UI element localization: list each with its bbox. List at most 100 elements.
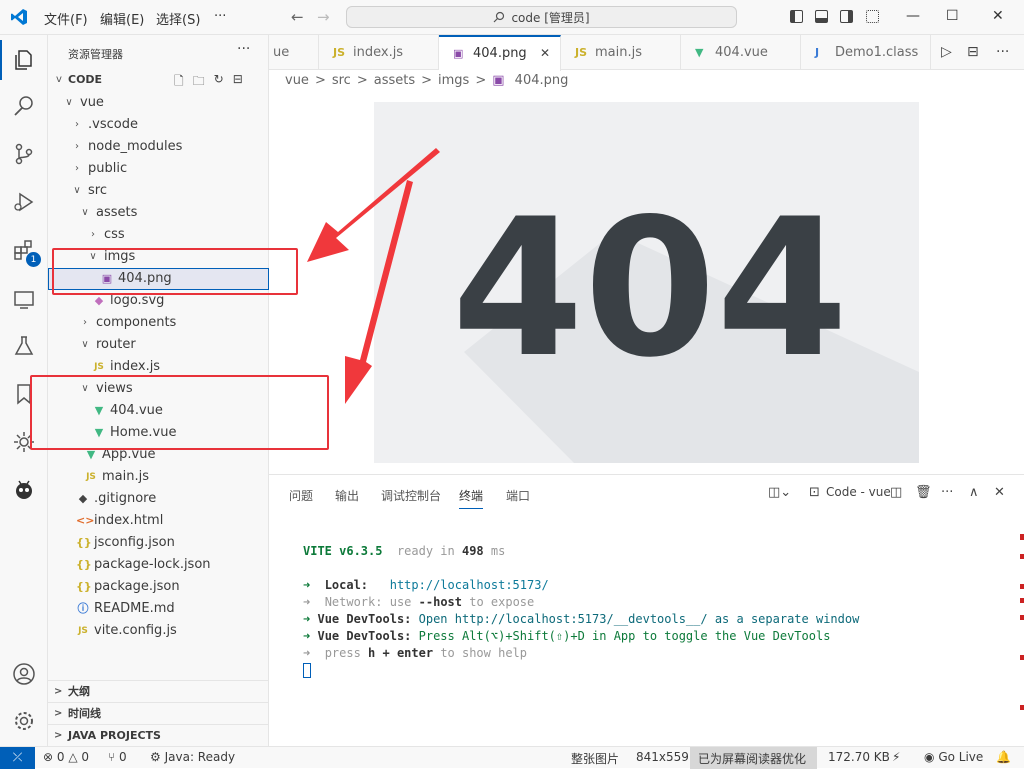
new-folder-icon[interactable]: 🗀 xyxy=(193,72,205,93)
close-panel-icon[interactable]: ✕ xyxy=(994,485,1005,500)
customize-layout-icon[interactable] xyxy=(866,10,879,23)
ports-status[interactable]: ⑂ 0 xyxy=(108,750,127,764)
tree-item[interactable]: › public xyxy=(48,158,269,180)
tree-item[interactable]: JS index.js xyxy=(48,356,269,378)
terminal-name[interactable]: Code - vue xyxy=(826,485,891,499)
run-icon[interactable]: ▷ xyxy=(941,44,952,60)
tree-item[interactable]: ∨ router xyxy=(48,334,269,356)
outline-section[interactable]: > 大纲 xyxy=(48,680,269,702)
remote-explorer-icon[interactable] xyxy=(12,288,36,312)
editor-tab[interactable]: ue xyxy=(269,35,319,70)
close-icon[interactable]: ✕ xyxy=(540,37,550,70)
tree-item[interactable]: › node_modules xyxy=(48,136,269,158)
terminal-output[interactable]: VITE v6.3.5 ready in 498 ms ➜ Local: htt… xyxy=(303,543,859,679)
tree-item[interactable]: JS main.js xyxy=(48,466,269,488)
status-bar: ⤫ ⊗ 0 △ 0 ⑂ 0 ⚙ Java: Ready 整张图片 841x559… xyxy=(0,746,1024,769)
copilot-icon[interactable] xyxy=(12,478,36,502)
tree-item[interactable]: ▣ 404.png xyxy=(48,268,269,290)
source-control-icon[interactable] xyxy=(12,142,36,166)
menu-selection[interactable]: 选择(S) xyxy=(156,9,200,28)
notifications-bell-icon[interactable]: 🔔 xyxy=(996,750,1011,764)
menu-edit[interactable]: 编辑(E) xyxy=(100,9,144,28)
tree-item[interactable]: <> index.html xyxy=(48,510,269,532)
explorer-icon[interactable] xyxy=(0,40,36,80)
tree-item[interactable]: ▼ 404.vue xyxy=(48,400,269,422)
editor-tab[interactable]: ▼ 404.vue xyxy=(681,35,801,70)
menu-file[interactable]: 文件(F) xyxy=(44,9,88,28)
tree-item[interactable]: {} package-lock.json xyxy=(48,554,269,576)
tree-item[interactable]: ◆ logo.svg xyxy=(48,290,269,312)
java-projects-section[interactable]: > JAVA PROJECTS xyxy=(48,724,269,746)
maximize-panel-icon[interactable]: ∧ xyxy=(969,485,979,500)
kill-terminal-icon[interactable]: 🗑 xyxy=(915,485,932,500)
screen-reader-status[interactable]: 已为屏幕阅读器优化 xyxy=(698,750,806,767)
forward-arrow-icon[interactable]: → xyxy=(317,8,330,26)
breadcrumb-assets[interactable]: assets xyxy=(374,73,415,88)
menu-more[interactable]: ··· xyxy=(214,9,226,24)
gear-extension-icon[interactable] xyxy=(12,430,36,454)
tree-item[interactable]: ∨ vue xyxy=(48,92,269,114)
tree-item[interactable]: ∨ imgs xyxy=(48,246,269,268)
close-window-button[interactable]: ✕ xyxy=(992,8,1004,24)
account-icon[interactable] xyxy=(12,662,36,686)
tree-item[interactable]: ⓘ README.md xyxy=(48,598,269,620)
tree-item[interactable]: › .vscode xyxy=(48,114,269,136)
search-icon[interactable] xyxy=(12,94,36,118)
tab-debug-console[interactable]: 调试控制台 xyxy=(381,487,441,504)
back-arrow-icon[interactable]: ← xyxy=(291,8,304,26)
command-center-search[interactable]: code [管理员] xyxy=(346,6,737,28)
editor-tab[interactable]: ▣ 404.png ✕ xyxy=(439,35,561,71)
java-status[interactable]: ⚙ Java: Ready xyxy=(150,750,235,764)
run-debug-icon[interactable] xyxy=(12,190,36,214)
whole-image-status[interactable]: 整张图片 xyxy=(571,750,619,767)
tree-item[interactable]: ▼ Home.vue xyxy=(48,422,269,444)
bookmarks-icon[interactable] xyxy=(12,382,36,406)
editor-tab[interactable]: JS main.js xyxy=(561,35,681,70)
breadcrumb-file[interactable]: 404.png xyxy=(515,73,569,88)
more-icon[interactable]: ··· xyxy=(941,485,953,500)
tree-item[interactable]: {} package.json xyxy=(48,576,269,598)
tree-item[interactable]: ∨ assets xyxy=(48,202,269,224)
terminal-layout-icon[interactable]: ◫⌄ xyxy=(768,485,791,500)
tab-terminal[interactable]: 终端 xyxy=(459,487,484,509)
tree-item[interactable]: JS vite.config.js xyxy=(48,620,269,642)
sidebar-more-button[interactable]: ··· xyxy=(237,41,250,57)
breadcrumb-imgs[interactable]: imgs xyxy=(438,73,469,88)
tree-item[interactable]: ▼ App.vue xyxy=(48,444,269,466)
tree-item[interactable]: › css xyxy=(48,224,269,246)
editor-tab[interactable]: JS index.js xyxy=(319,35,439,70)
minimize-button[interactable]: — xyxy=(906,8,920,24)
toggle-panel-icon[interactable] xyxy=(815,10,828,23)
new-file-icon[interactable]: 🗋 xyxy=(174,72,184,93)
collapse-all-icon[interactable]: ⊟ xyxy=(233,72,243,93)
tree-item[interactable]: ∨ views xyxy=(48,378,269,400)
breadcrumb-src[interactable]: src xyxy=(332,73,351,88)
timeline-section[interactable]: > 时间线 xyxy=(48,702,269,724)
breadcrumb-vue[interactable]: vue xyxy=(285,73,309,88)
tree-item[interactable]: {} jsconfig.json xyxy=(48,532,269,554)
notifications-bell-extension-icon[interactable]: ⚡ xyxy=(892,750,900,764)
root-folder-header[interactable]: v CODE 🗋 🗀 ↻ ⊟ xyxy=(48,69,269,91)
tree-item[interactable]: ◆ .gitignore xyxy=(48,488,269,510)
refresh-icon[interactable]: ↻ xyxy=(214,72,224,93)
tree-item[interactable]: ∨ src xyxy=(48,180,269,202)
problems-status[interactable]: ⊗ 0 △ 0 xyxy=(43,750,89,764)
go-live-status[interactable]: ◉ Go Live xyxy=(924,750,983,764)
tab-problems[interactable]: 问题 xyxy=(289,487,313,504)
more-actions-icon[interactable]: ··· xyxy=(996,44,1009,60)
tab-ports[interactable]: 端口 xyxy=(506,487,530,504)
split-editor-icon[interactable]: ⊟ xyxy=(967,44,979,60)
toggle-secondary-sidebar-icon[interactable] xyxy=(840,10,853,23)
settings-gear-icon[interactable] xyxy=(12,709,36,733)
maximize-button[interactable]: ☐ xyxy=(946,8,959,24)
tab-output[interactable]: 输出 xyxy=(335,487,359,504)
breadcrumb-separator: > xyxy=(356,73,368,88)
testing-icon[interactable] xyxy=(12,334,36,358)
remote-indicator-icon[interactable]: ⤫ xyxy=(0,747,35,769)
split-terminal-icon[interactable]: ◫ xyxy=(890,485,902,500)
search-icon xyxy=(494,11,505,23)
editor-tab[interactable]: J Demo1.class xyxy=(801,35,931,70)
toggle-primary-sidebar-icon[interactable] xyxy=(790,10,803,23)
tree-item[interactable]: › components xyxy=(48,312,269,334)
extensions-icon[interactable]: 1 xyxy=(12,238,41,267)
